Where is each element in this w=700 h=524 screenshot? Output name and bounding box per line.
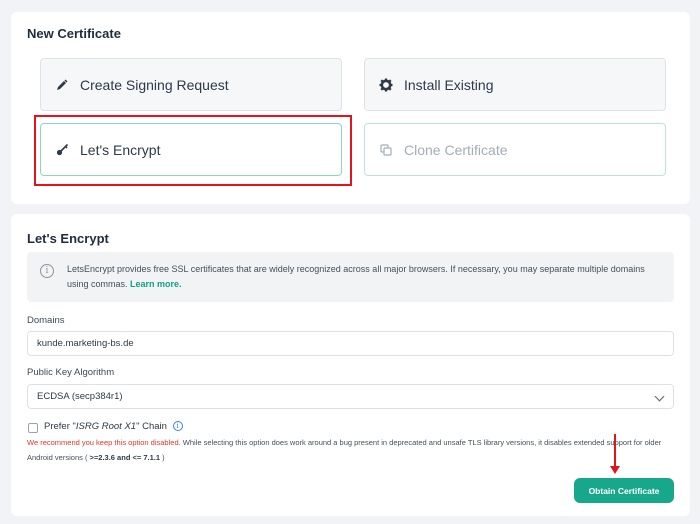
lets-encrypt-card: Let's Encrypt i LetsEncrypt provides fre… [11, 214, 690, 516]
prefer-prefix: Prefer " [44, 421, 76, 432]
domains-label: Domains [27, 315, 65, 326]
prefer-chain-label: Prefer "ISRG Root X1" Chain i [44, 421, 183, 432]
learn-more-link[interactable]: Learn more. [130, 279, 182, 289]
option-label: Create Signing Request [80, 76, 229, 93]
annotation-arrow-head [610, 466, 620, 474]
lets-encrypt-title: Let's Encrypt [27, 231, 109, 246]
new-certificate-title: New Certificate [27, 26, 121, 41]
copy-icon [379, 143, 393, 157]
prefer-chain-checkbox[interactable] [28, 423, 38, 433]
help-info-icon[interactable]: i [172, 421, 183, 432]
info-icon: i [40, 264, 54, 278]
pencil-icon [55, 78, 69, 92]
warning-text: We recommend you keep this option disabl… [27, 435, 682, 465]
gear-icon [379, 78, 393, 92]
algorithm-label: Public Key Algorithm [27, 367, 115, 378]
warning-versions: >=2.3.6 and <= 7.1.1 [87, 453, 161, 462]
prefer-chain-name: ISRG Root X1 [75, 421, 137, 432]
domains-input[interactable]: kunde.marketing-bs.de [27, 331, 674, 356]
info-box: i LetsEncrypt provides free SSL certific… [27, 252, 674, 302]
warning-red-text: We recommend you keep this option disabl… [27, 438, 181, 447]
obtain-certificate-button[interactable]: Obtain Certificate [574, 478, 674, 503]
algorithm-selected-value: ECDSA (secp384r1) [37, 391, 123, 402]
info-text: LetsEncrypt provides free SSL certificat… [67, 262, 667, 292]
chevron-down-icon [654, 391, 665, 402]
clone-certificate-option[interactable]: Clone Certificate [364, 123, 666, 176]
annotation-arrow-line [614, 434, 616, 468]
warning-close: ) [160, 453, 165, 462]
create-signing-request-option[interactable]: Create Signing Request [40, 58, 342, 111]
install-existing-option[interactable]: Install Existing [364, 58, 666, 111]
annotation-highlight-box [34, 115, 352, 186]
option-label: Clone Certificate [404, 141, 508, 158]
algorithm-select[interactable]: ECDSA (secp384r1) [27, 384, 674, 409]
prefer-suffix: " Chain [136, 421, 167, 432]
option-label: Install Existing [404, 76, 494, 93]
